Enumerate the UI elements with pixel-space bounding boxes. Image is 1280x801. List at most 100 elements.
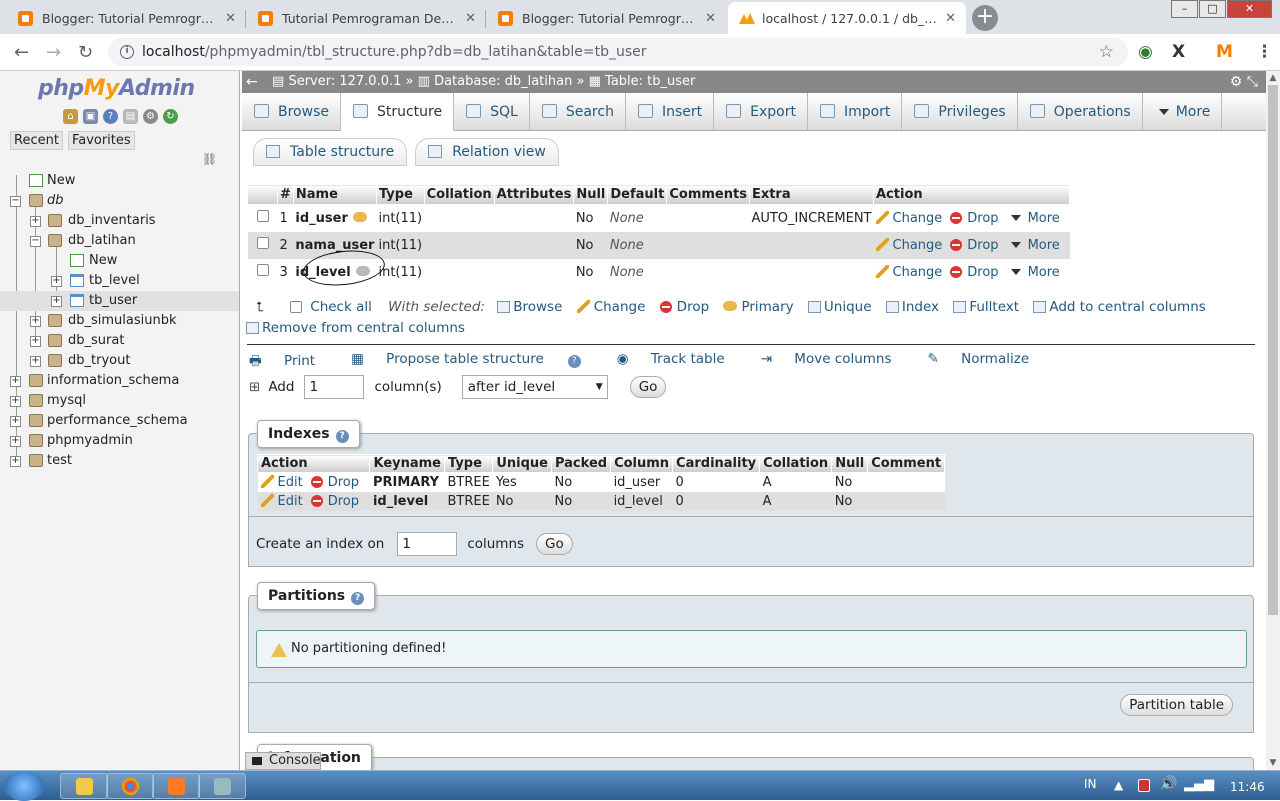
row-checkbox[interactable] (256, 237, 269, 249)
tab-sql[interactable]: SQL (454, 93, 530, 131)
tab-search[interactable]: Search (530, 93, 626, 131)
home-icon[interactable]: ⌂ (63, 109, 78, 124)
help-icon[interactable]: ? (103, 109, 118, 124)
drop-index-button[interactable]: Drop (310, 475, 359, 490)
tree-item-performance-schema[interactable]: + performance_schema (0, 411, 239, 431)
tab-privileges[interactable]: Privileges (902, 93, 1018, 131)
back-icon[interactable]: ← (14, 42, 29, 63)
tray-app-icon[interactable] (1138, 779, 1150, 792)
more-button[interactable]: More (1007, 265, 1060, 280)
expand-icon[interactable]: + (10, 436, 21, 447)
edit-index-button[interactable]: Edit (260, 474, 303, 490)
info-icon[interactable]: i (120, 45, 134, 59)
taskbar-xampp[interactable] (152, 773, 200, 799)
breadcrumb-database[interactable]: Database: db_latihan (434, 74, 572, 89)
extension-x-icon[interactable]: X (1172, 42, 1185, 62)
menu-icon[interactable]: ⋮ (1256, 42, 1273, 62)
tree-item-new-table[interactable]: New (0, 251, 239, 271)
recent-tab[interactable]: Recent (10, 131, 63, 150)
tab-import[interactable]: Import (808, 93, 903, 131)
tab-operations[interactable]: Operations (1018, 93, 1143, 131)
tab-more[interactable]: More (1143, 93, 1223, 131)
close-icon[interactable]: ✕ (705, 11, 716, 26)
phpmyadmin-logo[interactable]: phpMyAdmin (38, 76, 195, 101)
move-columns-link[interactable]: ⇥ Move columns (761, 351, 910, 374)
expand-icon[interactable]: + (30, 336, 41, 347)
bulk-index[interactable]: Index (885, 299, 939, 315)
tab-structure[interactable]: Structure (340, 93, 455, 131)
expand-icon[interactable]: + (10, 396, 21, 407)
new-tab-button[interactable]: + (972, 5, 998, 31)
settings-icon[interactable]: ⚙ (143, 109, 158, 124)
collapse-icon[interactable]: − (10, 196, 21, 207)
drop-index-button[interactable]: Drop (310, 494, 359, 509)
collapse-icon[interactable]: − (30, 236, 41, 247)
clock[interactable]: 11:46 (1230, 780, 1265, 794)
check-all-checkbox[interactable] (290, 301, 303, 313)
tab-insert[interactable]: Insert (626, 93, 715, 131)
close-icon[interactable]: ✕ (465, 11, 476, 26)
expand-icon[interactable]: + (30, 216, 41, 227)
browser-tab-3[interactable]: Blogger: Tutorial Pemrograman D ✕ (488, 2, 726, 34)
expand-icon[interactable]: + (10, 416, 21, 427)
check-all-label[interactable]: Check all (310, 299, 372, 315)
scroll-up-icon[interactable]: ▲ (1266, 71, 1280, 85)
tray-expand-icon[interactable]: ▲ (1114, 778, 1123, 792)
row-checkbox[interactable] (256, 264, 269, 276)
help-icon[interactable]: ? (567, 355, 581, 368)
index-columns-count[interactable]: 1 (397, 532, 458, 556)
tree-item-tb-user[interactable]: + tb_user (0, 291, 239, 311)
settings-icon[interactable]: ⚙ ⤡ (1230, 71, 1258, 93)
console-toggle[interactable]: Console (245, 752, 321, 770)
favorites-tab[interactable]: Favorites (67, 131, 135, 150)
bulk-unique[interactable]: Unique (807, 299, 872, 315)
tree-item-db-simulasiunbk[interactable]: + db_simulasiunbk (0, 311, 239, 331)
tree-item-mysql[interactable]: + mysql (0, 391, 239, 411)
expand-icon[interactable]: + (51, 276, 62, 287)
column-position-select[interactable]: after id_level (461, 375, 608, 399)
drop-button[interactable]: Drop (950, 238, 999, 253)
docs-icon[interactable]: ▤ (123, 109, 138, 124)
tree-item-phpmyadmin[interactable]: + phpmyadmin (0, 431, 239, 451)
volume-icon[interactable]: 🔊 (1160, 776, 1177, 792)
expand-icon[interactable]: + (30, 356, 41, 367)
forward-icon[interactable]: → (46, 42, 61, 63)
bulk-drop[interactable]: Drop (659, 299, 709, 315)
more-button[interactable]: More (1007, 238, 1060, 253)
edit-index-button[interactable]: Edit (260, 493, 303, 509)
print-link[interactable]: 🖶 Print (249, 351, 333, 374)
bulk-browse[interactable]: Browse (497, 299, 562, 315)
window-close-icon[interactable]: ✕ (1227, 0, 1272, 18)
scroll-down-icon[interactable]: ▼ (1266, 756, 1280, 770)
bulk-fulltext[interactable]: Fulltext (953, 299, 1019, 315)
drop-button[interactable]: Drop (950, 211, 999, 226)
breadcrumb-server[interactable]: Server: 127.0.0.1 (288, 74, 401, 89)
address-bar[interactable]: i localhost/phpmyadmin/tbl_structure.php… (108, 38, 1128, 66)
tree-item-test[interactable]: + test (0, 451, 239, 471)
refresh-icon[interactable]: ↻ (163, 109, 178, 124)
tab-browse[interactable]: Browse (242, 93, 341, 131)
bulk-remove-central[interactable]: Remove from central columns (246, 320, 465, 336)
change-button[interactable]: Change (875, 264, 942, 280)
bulk-change[interactable]: Change (576, 299, 645, 315)
tree-item-db-latihan[interactable]: − db_latihan (0, 231, 239, 251)
expand-icon[interactable]: + (51, 296, 62, 307)
extension-m-icon[interactable]: M (1216, 42, 1233, 62)
tree-item-db-tryout[interactable]: + db_tryout (0, 351, 239, 371)
change-button[interactable]: Change (875, 237, 942, 253)
tree-item-db[interactable]: − db (0, 191, 239, 211)
extension-globe-icon[interactable]: ◉ (1138, 42, 1153, 62)
tree-item-db-inventaris[interactable]: + db_inventaris (0, 211, 239, 231)
expand-icon[interactable]: + (30, 316, 41, 327)
tree-item-new-db[interactable]: New (0, 171, 239, 191)
tree-item-db-surat[interactable]: + db_surat (0, 331, 239, 351)
network-icon[interactable]: ▂▄▆ (1184, 777, 1214, 792)
close-icon[interactable]: ✕ (945, 11, 956, 26)
page-scrollbar[interactable]: ▲ ▼ (1266, 71, 1280, 770)
start-button[interactable] (4, 771, 44, 801)
expand-icon[interactable]: + (10, 376, 21, 387)
drop-button[interactable]: Drop (950, 265, 999, 280)
expand-icon[interactable]: + (10, 456, 21, 467)
subtab-table-structure[interactable]: Table structure (253, 138, 408, 166)
create-index-go-button[interactable]: Go (536, 533, 573, 555)
